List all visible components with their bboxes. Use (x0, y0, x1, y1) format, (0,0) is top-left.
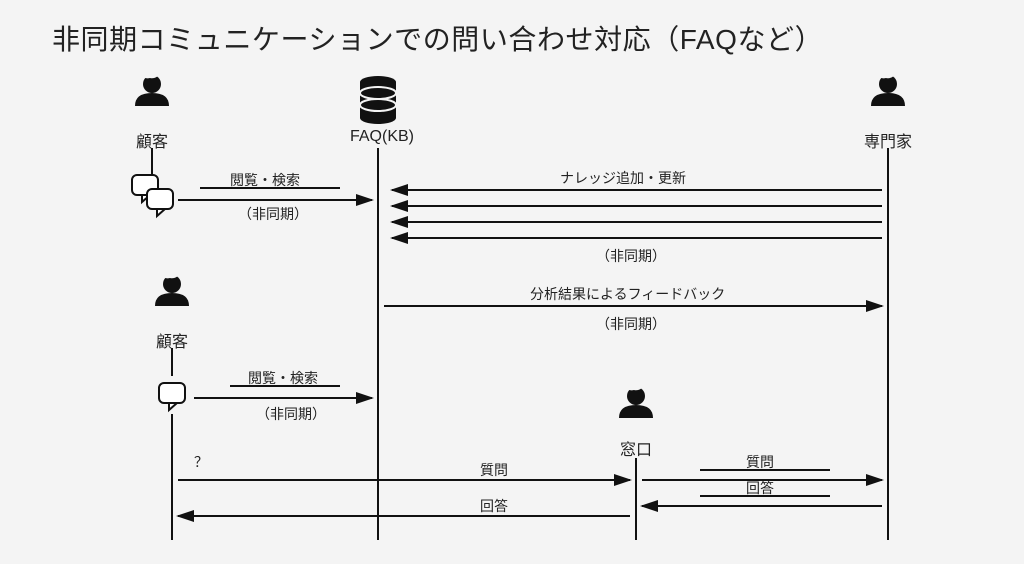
faq-label: FAQ(KB) (342, 128, 422, 146)
expert-label: 専門家 (858, 128, 918, 152)
customer2-icon (155, 273, 189, 306)
feedback-label: 分析結果によるフィードバック (530, 284, 725, 304)
browse2-note-label: （非同期） (256, 404, 326, 424)
diagram-canvas (0, 0, 1024, 564)
customer1-label: 顧客 (132, 128, 172, 152)
feedback-note-label: （非同期） (596, 314, 666, 334)
browse1-label: 閲覧・検索 (230, 170, 300, 190)
browse2-label: 閲覧・検索 (248, 368, 318, 388)
customer1-bubble2-icon (147, 189, 173, 216)
browse1-note-label: （非同期） (238, 204, 308, 224)
knowledge-note-label: （非同期） (596, 246, 666, 266)
customer1-icon (135, 73, 169, 106)
frontdesk-label: 窓口 (616, 436, 656, 460)
customer2-label: 顧客 (152, 328, 192, 352)
answer2-label: 回答 (746, 478, 774, 498)
expert-icon (871, 73, 905, 106)
frontdesk-icon (619, 385, 653, 418)
knowledge-label: ナレッジ追加・更新 (560, 168, 686, 188)
answer1-label: 回答 (480, 496, 508, 516)
customer2-bubble-icon (159, 383, 185, 410)
question1-label: 質問 (480, 460, 508, 480)
question2-label: 質問 (746, 452, 774, 472)
faq-db-icon (360, 76, 396, 124)
qmark-label: ？ (194, 452, 208, 472)
